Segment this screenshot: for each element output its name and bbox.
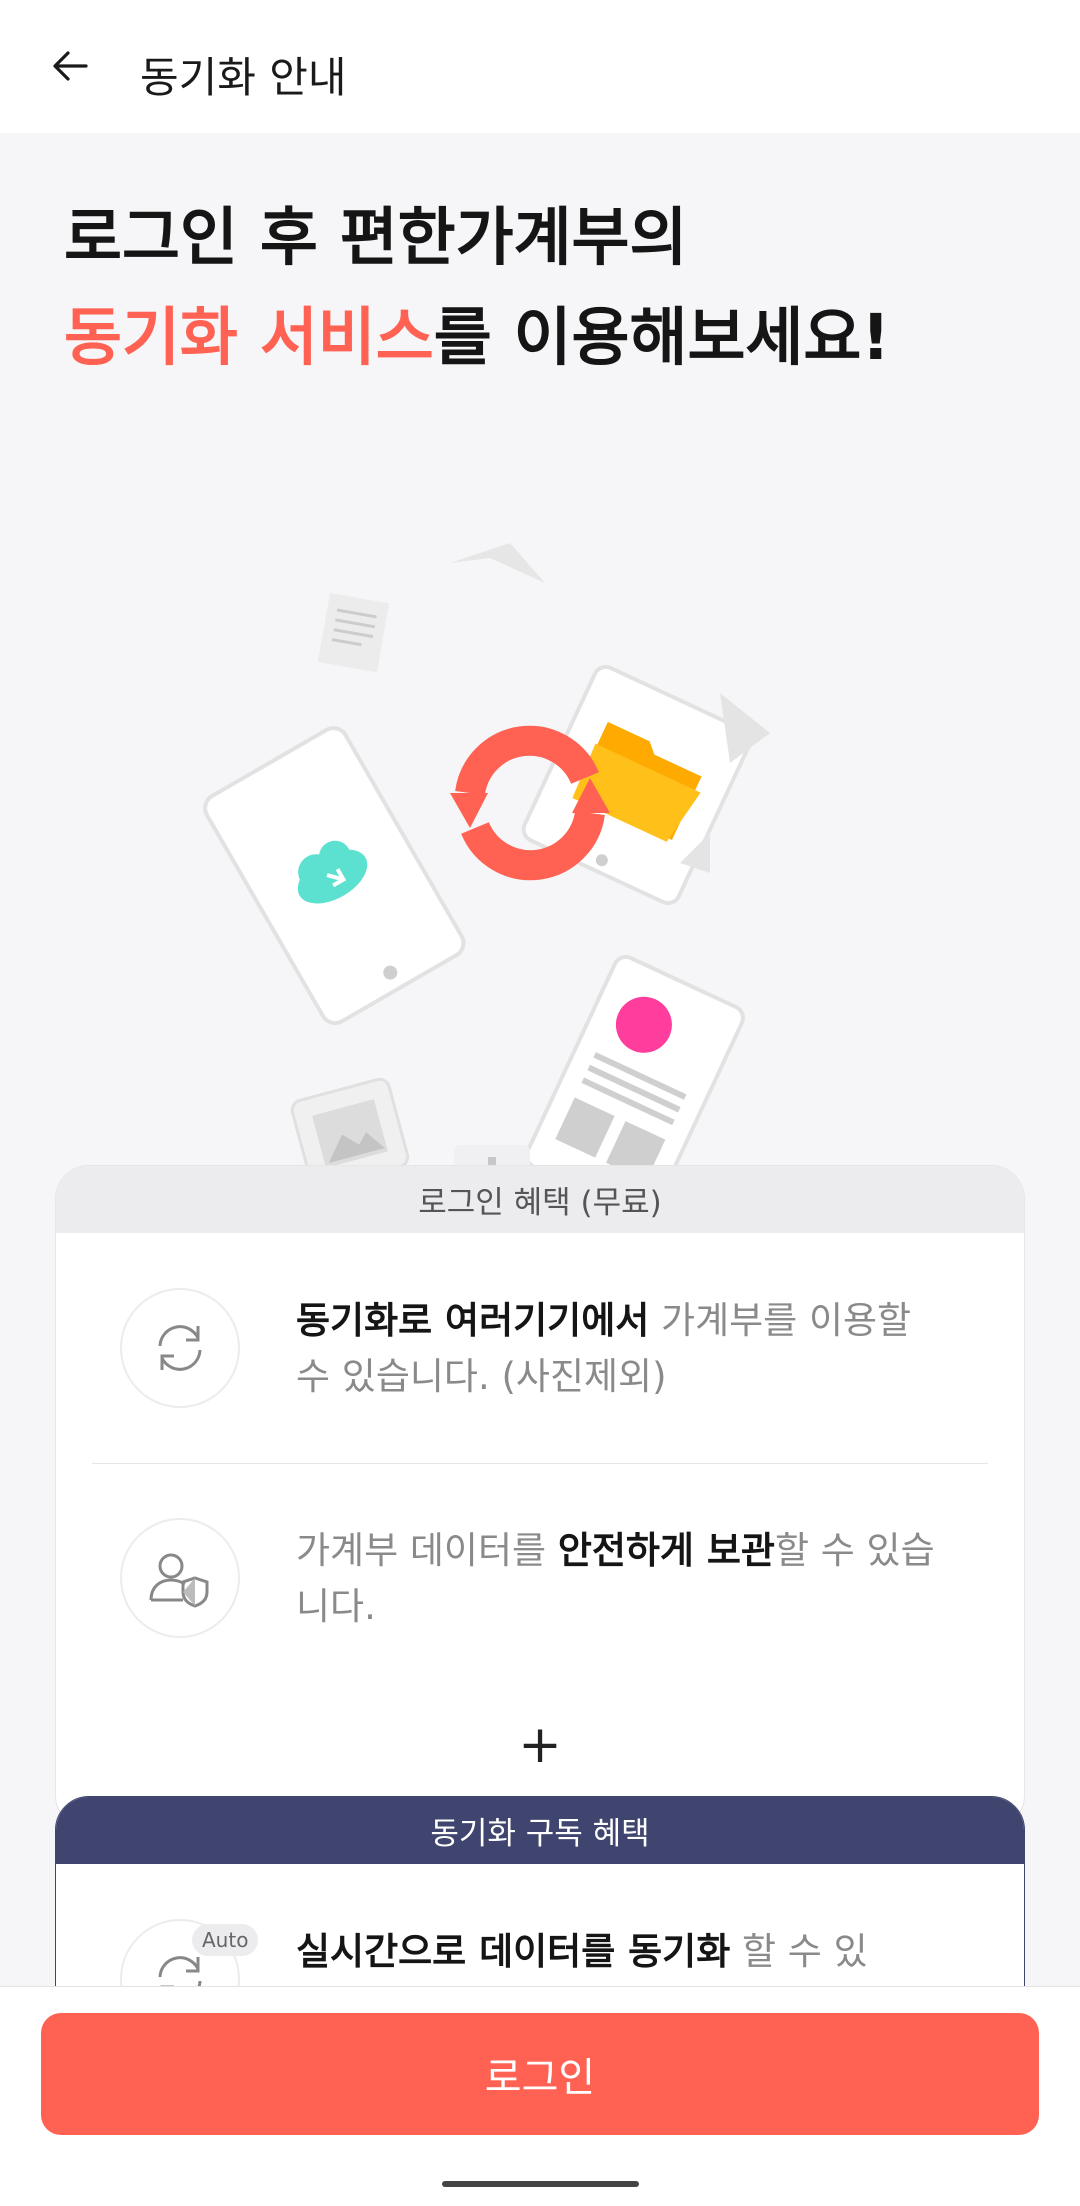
sync-illustration	[203, 543, 770, 1221]
headline: 로그인 후 편한가계부의 동기화 서비스를 이용해보세요!	[64, 188, 890, 388]
login-button[interactable]: 로그인	[41, 2013, 1039, 2135]
benefit-bold-secure: 안전하게 보관	[557, 1529, 775, 1572]
plus-sign: +	[518, 1715, 562, 1775]
benefit-bold-sync: 동기화로 여러기기에서	[296, 1299, 650, 1342]
benefit-text-sync: 동기화로 여러기기에서 가계부를 이용할 수 있습니다. (사진제외)	[296, 1293, 936, 1405]
subscription-benefits-card: 동기화 구독 혜택 Auto 실시간으로 데이터를 동기화 할 수 있	[55, 1796, 1025, 1986]
page-title: 동기화 안내	[140, 53, 347, 102]
bottom-bar: 로그인	[0, 1986, 1080, 2206]
auto-badge: Auto	[192, 1924, 259, 1956]
headline-rest: 를 이용해보세요!	[433, 301, 891, 374]
arrow-left-icon	[53, 51, 88, 81]
app-bar: 동기화 안내	[0, 0, 1080, 133]
content-area[interactable]: 로그인 후 편한가계부의 동기화 서비스를 이용해보세요! 로그인 혜택 (무료…	[0, 133, 1080, 1986]
home-indicator[interactable]	[442, 2181, 639, 2187]
subscription-rest-realtime: 할 수 있	[730, 1930, 868, 1973]
subscription-benefits-header: 동기화 구독 혜택	[56, 1797, 1024, 1864]
free-benefits-header: 로그인 혜택 (무료)	[56, 1166, 1024, 1233]
headline-accent: 동기화 서비스	[64, 301, 434, 374]
subscription-text-realtime: 실시간으로 데이터를 동기화 할 수 있	[296, 1924, 936, 1980]
user-shield-icon	[120, 1518, 240, 1638]
subscription-bold-realtime: 실시간으로 데이터를 동기화	[296, 1930, 731, 1973]
subscription-row-realtime: Auto 실시간으로 데이터를 동기화 할 수 있	[56, 1864, 1024, 1986]
back-button[interactable]	[40, 36, 100, 96]
headline-line-1: 로그인 후 편한가계부의	[64, 201, 688, 274]
benefit-row-sync: 동기화로 여러기기에서 가계부를 이용할 수 있습니다. (사진제외)	[56, 1233, 1024, 1463]
benefit-text-secure: 가계부 데이터를 안전하게 보관할 수 있습니다.	[296, 1523, 936, 1635]
benefit-row-secure: 가계부 데이터를 안전하게 보관할 수 있습니다.	[56, 1463, 1024, 1693]
headline-line-2: 동기화 서비스를 이용해보세요!	[64, 288, 890, 388]
sync-icon	[120, 1288, 240, 1408]
benefit-pre-secure: 가계부 데이터를	[296, 1529, 558, 1572]
